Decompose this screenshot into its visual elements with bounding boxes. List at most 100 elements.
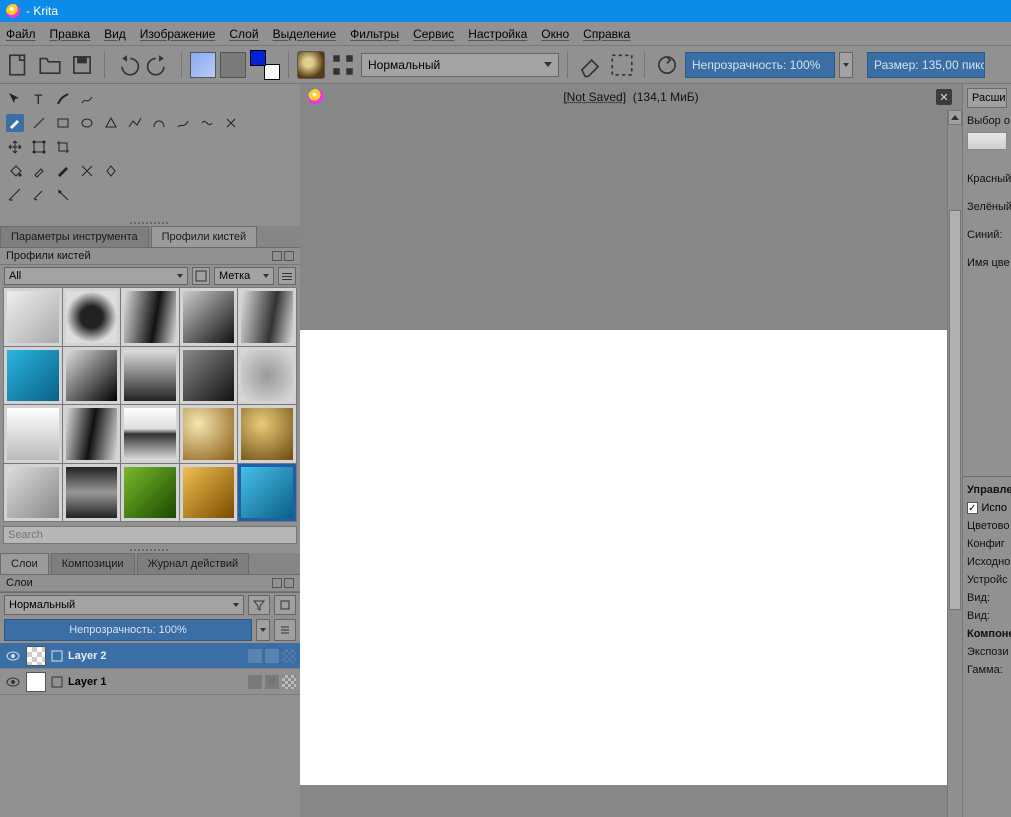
new-doc-button[interactable] <box>4 51 32 79</box>
brush-preset[interactable] <box>63 405 121 463</box>
brush-preset[interactable] <box>121 464 179 522</box>
visibility-toggle-icon[interactable] <box>4 675 22 689</box>
menu-filters[interactable]: Фильтры <box>350 27 399 41</box>
brush-preset-selected[interactable] <box>238 464 296 522</box>
menu-edit[interactable]: Правка <box>50 27 91 41</box>
layer-name[interactable]: Layer 1 <box>68 676 244 688</box>
rectangle-tool[interactable] <box>54 114 72 132</box>
tab-tool-options[interactable]: Параметры инструмента <box>0 226 149 247</box>
brush-preset[interactable] <box>121 405 179 463</box>
line-tool[interactable] <box>30 114 48 132</box>
multibrush-tool[interactable] <box>222 114 240 132</box>
polygon-tool[interactable] <box>102 114 120 132</box>
polyline-tool[interactable] <box>126 114 144 132</box>
fg-bg-color-swatch[interactable] <box>250 50 280 80</box>
opacity-slider[interactable]: Непрозрачность: 100% <box>685 52 835 78</box>
brush-search[interactable] <box>3 525 297 544</box>
brush-preset[interactable] <box>121 347 179 405</box>
fill-tool[interactable] <box>6 162 24 180</box>
tab-layers[interactable]: Слои <box>0 553 49 574</box>
menu-view[interactable]: Вид <box>104 27 126 41</box>
scroll-up-icon[interactable] <box>948 110 962 125</box>
brush-preset[interactable] <box>4 464 62 522</box>
layer-locks[interactable]: α <box>248 675 296 689</box>
brush-preset[interactable] <box>121 288 179 346</box>
brush-size-slider[interactable]: Размер: 135,00 пикс. <box>867 52 985 78</box>
layer-name[interactable]: Layer 2 <box>68 650 244 662</box>
brush-view-mode-button[interactable] <box>278 267 296 285</box>
brush-filter-select[interactable]: All <box>4 267 188 285</box>
calligraphy-tool[interactable] <box>54 90 72 108</box>
close-panel-icon[interactable] <box>284 578 294 588</box>
assistant-tool[interactable] <box>6 186 24 204</box>
menu-window[interactable]: Окно <box>541 27 569 41</box>
layer-filter-button[interactable] <box>248 595 270 615</box>
crop-tool[interactable] <box>54 138 72 156</box>
brush-preset[interactable] <box>238 288 296 346</box>
brush-preset[interactable] <box>180 464 238 522</box>
brush-preset[interactable] <box>180 347 238 405</box>
brush-preset-preview[interactable] <box>297 51 325 79</box>
layer-opacity-slider[interactable]: Непрозрачность: 100% <box>4 619 252 641</box>
brush-preset[interactable] <box>63 347 121 405</box>
layer-blend-mode-select[interactable]: Нормальный <box>4 595 244 615</box>
brush-search-input[interactable] <box>3 526 297 544</box>
gradient-swatch[interactable] <box>190 52 216 78</box>
alpha-lock-button[interactable] <box>608 51 636 79</box>
text-tool[interactable]: T <box>30 90 48 108</box>
freehand-path-tool[interactable] <box>174 114 192 132</box>
visibility-toggle-icon[interactable] <box>4 649 22 663</box>
canvas[interactable] <box>300 330 947 785</box>
redo-button[interactable] <box>145 51 173 79</box>
save-doc-button[interactable] <box>68 51 96 79</box>
brush-preset[interactable] <box>4 405 62 463</box>
edit-shapes-tool[interactable] <box>78 90 96 108</box>
menu-select[interactable]: Выделение <box>273 27 337 41</box>
brush-settings-button[interactable] <box>329 51 357 79</box>
open-doc-button[interactable] <box>36 51 64 79</box>
menu-tools[interactable]: Сервис <box>413 27 454 41</box>
brush-preset[interactable] <box>238 347 296 405</box>
brush-preset[interactable] <box>4 347 62 405</box>
menu-bar[interactable]: Файл Правка Вид Изображение Слой Выделен… <box>0 22 1011 46</box>
vertical-scrollbar[interactable] <box>947 110 962 817</box>
menu-help[interactable]: Справка <box>583 27 630 41</box>
menu-image[interactable]: Изображение <box>140 27 216 41</box>
menu-settings[interactable]: Настройка <box>468 27 527 41</box>
brush-preset[interactable] <box>180 288 238 346</box>
brush-preset[interactable] <box>63 464 121 522</box>
layer-row[interactable]: Layer 1 α <box>0 669 300 695</box>
move-tool[interactable] <box>6 138 24 156</box>
brush-tag-select[interactable]: Метка <box>214 267 274 285</box>
menu-layer[interactable]: Слой <box>229 27 258 41</box>
float-panel-icon[interactable] <box>272 251 282 261</box>
float-panel-icon[interactable] <box>272 578 282 588</box>
smart-fill-tool[interactable] <box>102 162 120 180</box>
eraser-mode-button[interactable] <box>576 51 604 79</box>
tab-brush-presets[interactable]: Профили кистей <box>151 226 258 247</box>
pattern-edit-tool[interactable] <box>78 162 96 180</box>
tab-compositions[interactable]: Композиции <box>51 553 135 574</box>
brush-preset[interactable] <box>4 288 62 346</box>
menu-file[interactable]: Файл <box>6 27 36 41</box>
bezier-tool[interactable] <box>150 114 168 132</box>
layer-properties-button[interactable] <box>274 619 296 641</box>
brush-preset[interactable] <box>63 288 121 346</box>
use-display-profile-checkbox[interactable]: ✓Испо <box>963 499 1011 517</box>
dynamic-brush-tool[interactable] <box>198 114 216 132</box>
color-picker-tool[interactable] <box>30 162 48 180</box>
canvas-viewport[interactable] <box>300 110 962 817</box>
layer-row[interactable]: Layer 2 <box>0 643 300 669</box>
opacity-dropdown[interactable] <box>839 52 853 78</box>
transform-shape-tool[interactable] <box>30 138 48 156</box>
close-document-button[interactable]: ✕ <box>936 89 952 105</box>
reload-preset-button[interactable] <box>653 51 681 79</box>
tab-undo-history[interactable]: Журнал действий <box>137 553 250 574</box>
measure-tool[interactable] <box>30 186 48 204</box>
ellipse-tool[interactable] <box>78 114 96 132</box>
brush-preset[interactable] <box>238 405 296 463</box>
freehand-brush-tool[interactable] <box>6 114 24 132</box>
scrollbar-thumb[interactable] <box>949 210 961 610</box>
layer-opacity-dropdown[interactable] <box>256 619 270 641</box>
tab-advanced-color[interactable]: Расши <box>967 88 1007 108</box>
